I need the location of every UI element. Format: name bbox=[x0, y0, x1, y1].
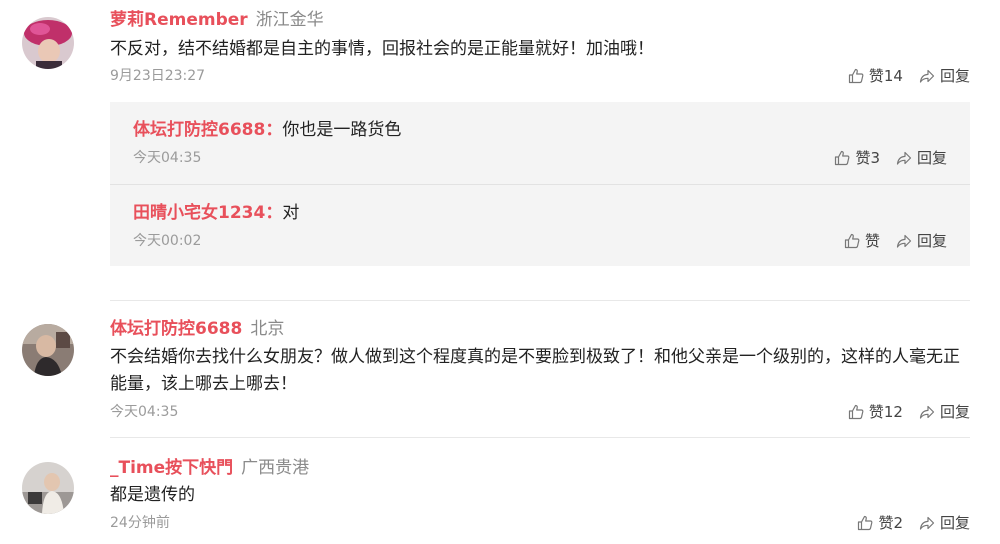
reply-timestamp: 今天04:35 bbox=[133, 150, 202, 166]
reply-label: 回复 bbox=[916, 232, 947, 250]
reply-item: 体坛打防控6688：你也是一路货色 今天04:35 赞3 回复 bbox=[110, 102, 970, 184]
reply-label: 回复 bbox=[939, 67, 970, 85]
avatar[interactable] bbox=[22, 17, 74, 69]
reply-button[interactable]: 回复 bbox=[919, 514, 970, 532]
reply-label: 回复 bbox=[939, 403, 970, 421]
username-link[interactable]: 体坛打防控6688 bbox=[110, 319, 242, 339]
reply-thread: 体坛打防控6688：你也是一路货色 今天04:35 赞3 回复 田晴小宅女123… bbox=[110, 102, 970, 266]
comment-actions: 赞14 回复 bbox=[848, 67, 970, 85]
share-arrow-icon bbox=[896, 234, 912, 248]
comment-item: _Time按下快門 广西贵港 都是遗传的 24分钟前 赞2 回复 bbox=[0, 438, 1000, 544]
like-count: 赞3 bbox=[855, 149, 880, 167]
comment-text: 都是遗传的 bbox=[110, 485, 195, 505]
comment-header: _Time按下快門 广西贵港 bbox=[110, 457, 309, 479]
comment-item: 萝莉Remember 浙江金华 不反对，结不结婚都是自主的事情，回报社会的是正能量… bbox=[0, 0, 1000, 270]
thumbs-up-icon bbox=[844, 233, 860, 249]
avatar[interactable] bbox=[22, 462, 74, 514]
reply-timestamp: 今天00:02 bbox=[133, 233, 202, 249]
location-label: 浙江金华 bbox=[255, 10, 324, 30]
thumbs-up-icon bbox=[848, 68, 864, 84]
comment-text: 不反对，结不结婚都是自主的事情，回报社会的是正能量就好！加油哦！ bbox=[110, 39, 654, 59]
comment-actions: 赞2 回复 bbox=[857, 514, 970, 532]
comment-header: 萝莉Remember 浙江金华 bbox=[110, 9, 324, 31]
comment-header: 体坛打防控6688 北京 bbox=[110, 318, 284, 340]
timestamp: 9月23日23:27 bbox=[110, 68, 206, 84]
like-count: 赞2 bbox=[878, 514, 903, 532]
comment-text: 不会结婚你去找什么女朋友？做人做到这个程度真的是不要脸到极致了！和他父亲是一个级… bbox=[110, 347, 960, 394]
username-link[interactable]: _Time按下快門 bbox=[110, 458, 233, 478]
reply-text: 你也是一路货色 bbox=[282, 120, 402, 140]
reply-button[interactable]: 回复 bbox=[919, 403, 970, 421]
reply-text: 对 bbox=[282, 203, 300, 223]
like-button[interactable]: 赞14 bbox=[848, 67, 903, 85]
reply-item: 田晴小宅女1234：对 今天00:02 赞 回复 bbox=[110, 185, 970, 266]
reply-button[interactable]: 回复 bbox=[896, 232, 947, 250]
reply-actions: 赞3 回复 bbox=[834, 149, 947, 167]
reply-username-link[interactable]: 田晴小宅女1234： bbox=[133, 203, 282, 223]
share-arrow-icon bbox=[919, 405, 935, 419]
reply-line: 体坛打防控6688：你也是一路货色 bbox=[133, 119, 401, 141]
like-count: 赞14 bbox=[868, 67, 903, 85]
thumbs-up-icon bbox=[858, 515, 873, 531]
like-button[interactable]: 赞2 bbox=[857, 514, 903, 532]
share-arrow-icon bbox=[919, 516, 935, 530]
reply-actions: 赞 回复 bbox=[844, 232, 947, 250]
like-count: 赞 bbox=[864, 232, 880, 250]
thumbs-up-icon bbox=[835, 150, 850, 166]
share-arrow-icon bbox=[919, 69, 935, 83]
thumbs-up-icon bbox=[848, 404, 864, 420]
timestamp: 24分钟前 bbox=[110, 515, 170, 531]
like-button[interactable]: 赞12 bbox=[848, 403, 903, 421]
comment-item: 体坛打防控6688 北京 不会结婚你去找什么女朋友？做人做到这个程度真的是不要脸到… bbox=[0, 301, 1000, 436]
comment-actions: 赞12 回复 bbox=[848, 403, 970, 421]
reply-label: 回复 bbox=[939, 514, 970, 532]
reply-button[interactable]: 回复 bbox=[896, 149, 947, 167]
like-button[interactable]: 赞 bbox=[844, 232, 880, 250]
location-label: 北京 bbox=[250, 319, 285, 339]
like-count: 赞12 bbox=[868, 403, 903, 421]
reply-label: 回复 bbox=[916, 149, 947, 167]
timestamp: 今天04:35 bbox=[110, 404, 179, 420]
location-label: 广西贵港 bbox=[241, 458, 310, 478]
reply-button[interactable]: 回复 bbox=[919, 67, 970, 85]
avatar[interactable] bbox=[22, 324, 74, 376]
reply-line: 田晴小宅女1234：对 bbox=[133, 202, 299, 224]
share-arrow-icon bbox=[896, 151, 912, 165]
like-button[interactable]: 赞3 bbox=[834, 149, 880, 167]
reply-username-link[interactable]: 体坛打防控6688： bbox=[133, 120, 282, 140]
username-link[interactable]: 萝莉Remember bbox=[110, 10, 248, 30]
